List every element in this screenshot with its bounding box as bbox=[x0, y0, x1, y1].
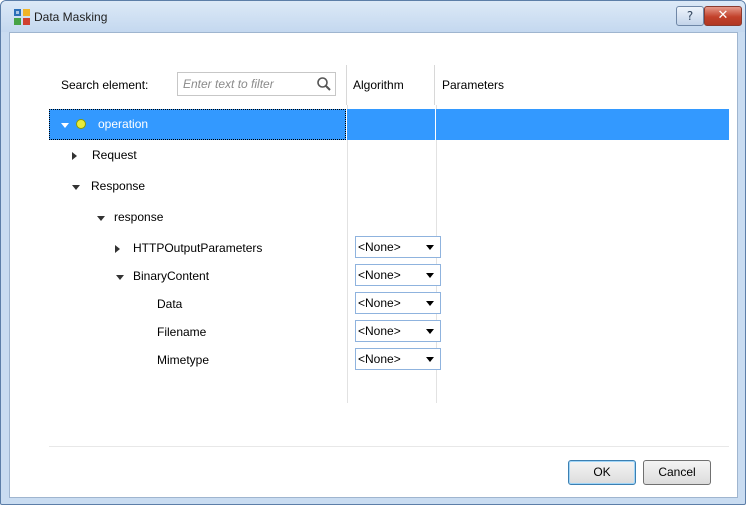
algorithm-dropdown-value: <None> bbox=[358, 240, 401, 254]
search-header: Search element: bbox=[49, 65, 347, 105]
tree-item-label: Mimetype bbox=[157, 353, 210, 367]
algorithm-dropdown-value: <None> bbox=[358, 352, 401, 366]
algorithm-dropdown-value: <None> bbox=[358, 296, 401, 310]
help-icon: ? bbox=[686, 9, 694, 23]
column-header-parameters[interactable]: Parameters bbox=[436, 65, 729, 105]
chevron-down-icon bbox=[426, 245, 434, 250]
tree-item-label: Response bbox=[91, 179, 146, 193]
expand-arrow-icon[interactable] bbox=[72, 185, 80, 190]
expand-arrow-icon[interactable] bbox=[97, 216, 105, 221]
tree-item-label: Data bbox=[157, 297, 183, 311]
algorithm-dropdown-value: <None> bbox=[358, 268, 401, 282]
tree-row-httpoutputparameters[interactable]: HTTPOutputParameters <None> bbox=[49, 233, 729, 264]
title-bar[interactable]: Data Masking ? ✕ bbox=[1, 1, 745, 32]
expand-arrow-icon[interactable] bbox=[61, 123, 69, 128]
chevron-down-icon bbox=[426, 329, 434, 334]
collapse-arrow-icon[interactable] bbox=[115, 245, 120, 253]
column-header-algorithm[interactable]: Algorithm bbox=[347, 65, 435, 105]
ok-button[interactable]: OK bbox=[568, 460, 636, 485]
close-button[interactable]: ✕ bbox=[704, 6, 742, 26]
tree-item-label: Filename bbox=[157, 325, 207, 339]
tree-item-label: HTTPOutputParameters bbox=[133, 241, 263, 255]
search-label: Search element: bbox=[61, 78, 149, 92]
chevron-down-icon bbox=[426, 273, 434, 278]
tree-row-operation[interactable]: operation bbox=[49, 109, 729, 140]
window-title: Data Masking bbox=[34, 10, 108, 24]
cancel-button[interactable]: Cancel bbox=[643, 460, 711, 485]
algorithm-dropdown-value: <None> bbox=[358, 324, 401, 338]
expand-arrow-icon[interactable] bbox=[116, 275, 124, 280]
help-button[interactable]: ? bbox=[676, 6, 704, 26]
search-icon[interactable] bbox=[316, 76, 332, 92]
collapse-arrow-icon[interactable] bbox=[72, 152, 77, 160]
tree-item-label: Request bbox=[92, 148, 137, 162]
dialog-window: Data Masking ? ✕ Search element: Algorit… bbox=[0, 0, 746, 505]
operation-node-icon bbox=[76, 119, 86, 129]
search-input[interactable] bbox=[183, 76, 308, 92]
algorithm-dropdown[interactable]: <None> bbox=[355, 264, 441, 286]
data-masking-app-icon bbox=[14, 9, 30, 25]
tree-row-response-child[interactable]: response bbox=[49, 202, 729, 233]
tree-row-filename[interactable]: Filename <None> bbox=[49, 317, 729, 348]
dialog-content: Search element: Algorithm Parameters bbox=[9, 32, 738, 498]
masking-tree-table: Search element: Algorithm Parameters bbox=[49, 65, 729, 405]
algorithm-dropdown[interactable]: <None> bbox=[355, 348, 441, 370]
tree-row-request[interactable]: Request bbox=[49, 140, 729, 171]
tree-item-label: response bbox=[114, 210, 164, 224]
button-bar-divider bbox=[49, 446, 729, 447]
algorithm-dropdown[interactable]: <None> bbox=[355, 292, 441, 314]
algorithm-dropdown[interactable]: <None> bbox=[355, 320, 441, 342]
search-box[interactable] bbox=[177, 72, 336, 96]
close-icon: ✕ bbox=[717, 8, 729, 23]
tree-item-label: BinaryContent bbox=[133, 269, 210, 283]
tree-row-mimetype[interactable]: Mimetype <None> bbox=[49, 345, 729, 376]
tree-item-label: operation bbox=[98, 117, 149, 131]
chevron-down-icon bbox=[426, 301, 434, 306]
tree-row-data[interactable]: Data <None> bbox=[49, 289, 729, 320]
tree-row-response[interactable]: Response bbox=[49, 171, 729, 202]
tree-row-binarycontent[interactable]: BinaryContent <None> bbox=[49, 261, 729, 292]
algorithm-dropdown[interactable]: <None> bbox=[355, 236, 441, 258]
chevron-down-icon bbox=[426, 357, 434, 362]
